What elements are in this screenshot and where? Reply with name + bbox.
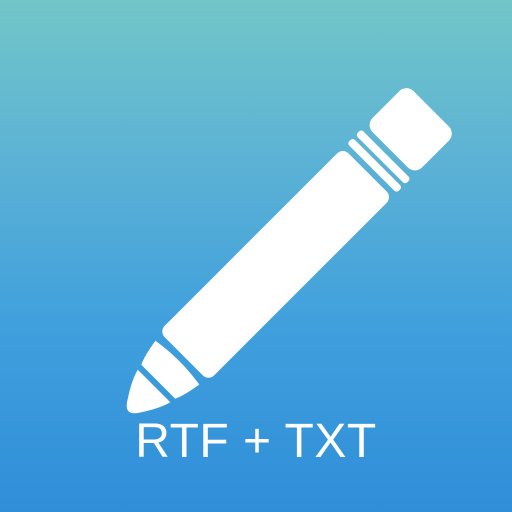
pencil-eraser [369,88,452,171]
caption-label: RTF + TXT [135,415,377,468]
pencil-body [162,150,390,378]
app-icon: RTF + TXT [0,0,512,512]
